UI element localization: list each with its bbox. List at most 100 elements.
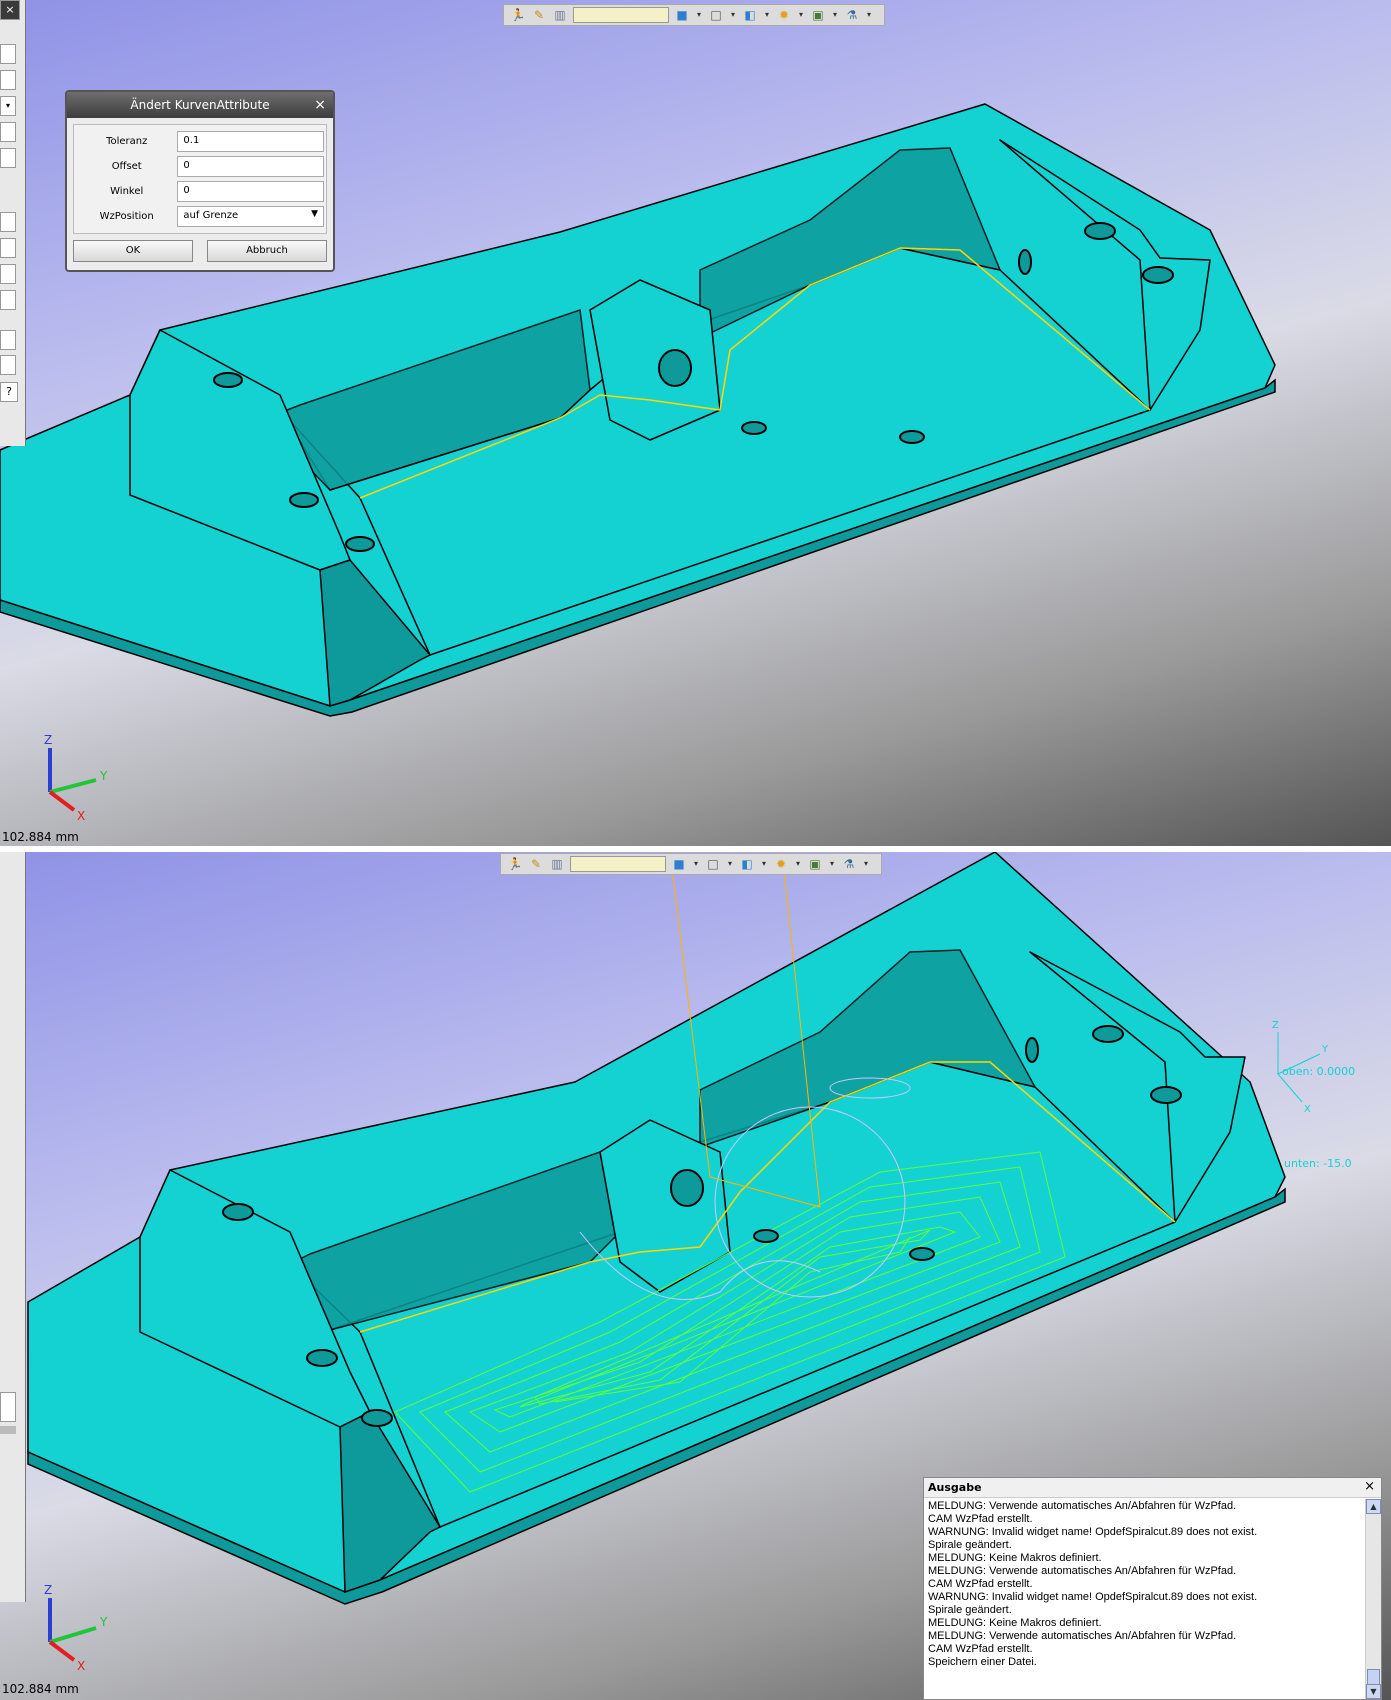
measure-icon[interactable]: ✎	[528, 856, 544, 872]
top-level-annotation: oben: 0.0000	[1282, 1065, 1355, 1078]
chevron-down-icon[interactable]: ▾	[828, 856, 836, 872]
hole	[289, 492, 319, 508]
side-divider	[0, 1426, 16, 1434]
dialog-buttons: OK Abbruch	[67, 240, 333, 262]
log-line: WARNUNG: Invalid widget name! OpdefSpira…	[928, 1526, 1258, 1538]
chevron-down-icon[interactable]: ▾	[763, 7, 771, 23]
side-field[interactable]	[0, 355, 16, 375]
side-field[interactable]	[0, 44, 16, 64]
side-field[interactable]	[0, 122, 16, 142]
help-button[interactable]: ?	[0, 382, 18, 402]
log-line: MELDUNG: Verwende automatisches An/Abfah…	[928, 1630, 1237, 1642]
chevron-down-icon[interactable]: ▾	[692, 856, 700, 872]
wire-cube-icon[interactable]: □	[708, 7, 724, 23]
shaded-cube-icon[interactable]: ◧	[739, 856, 755, 872]
shaded-cube-icon[interactable]: ◧	[742, 7, 758, 23]
hole	[658, 349, 692, 387]
side-close-button[interactable]: ×	[0, 0, 20, 20]
chevron-down-icon[interactable]: ▾	[865, 7, 873, 23]
dialog-close-button[interactable]: ×	[314, 92, 326, 118]
side-field[interactable]	[0, 148, 16, 168]
side-field[interactable]	[0, 1392, 16, 1422]
hole	[1025, 1037, 1039, 1063]
output-close-button[interactable]: ×	[1364, 1479, 1375, 1494]
chevron-down-icon[interactable]: ▾	[695, 7, 703, 23]
viewport-top[interactable]: 🏃 ✎ ▥ ■ ▾ □ ▾ ◧ ▾ ✹ ▾ ▣ ▾ ⚗ ▾ × ▾ ? Ändert KurvenAttri…	[0, 0, 1391, 846]
chevron-down-icon[interactable]: ▾	[797, 7, 805, 23]
side-field[interactable]	[0, 238, 16, 258]
scroll-thumb[interactable]	[1367, 1669, 1380, 1685]
axis-y-label: Y	[99, 769, 108, 783]
tolerance-input[interactable]: 0.1	[177, 131, 324, 152]
render-icon[interactable]: ✹	[773, 856, 789, 872]
offset-input[interactable]: 0	[177, 156, 324, 177]
dialog-form: Toleranz 0.1 Offset 0 Winkel 0 WzPositio…	[73, 124, 327, 234]
angle-input[interactable]: 0	[177, 181, 324, 202]
frame-icon[interactable]: ▣	[807, 856, 823, 872]
cancel-button[interactable]: Abbruch	[207, 240, 327, 262]
scale-label: 102.884 mm	[2, 830, 79, 844]
walk-icon[interactable]: 🏃	[507, 856, 523, 872]
chevron-down-icon[interactable]: ▾	[831, 7, 839, 23]
view-toolbar: 🏃 ✎ ▥ ■ ▾ □ ▾ ◧ ▾ ✹ ▾ ▣ ▾ ⚗ ▾	[503, 4, 885, 26]
log-line: MELDUNG: Keine Makros definiert.	[928, 1552, 1102, 1564]
output-title: Ausgabe ×	[924, 1478, 1381, 1498]
chart-icon[interactable]: ▥	[552, 7, 568, 23]
hole	[909, 1247, 935, 1261]
walk-icon[interactable]: 🏃	[510, 7, 526, 23]
tolerance-row: Toleranz 0.1	[76, 129, 324, 154]
ok-button[interactable]: OK	[73, 240, 193, 262]
angle-label: Winkel	[110, 186, 144, 197]
chart-icon[interactable]: ▥	[549, 856, 565, 872]
scroll-up-icon[interactable]: ▲	[1366, 1499, 1381, 1514]
hole	[741, 421, 767, 435]
light-icon[interactable]: ⚗	[844, 7, 860, 23]
hole	[753, 1229, 779, 1243]
axis-x-label: X	[77, 1659, 85, 1673]
render-icon[interactable]: ✹	[776, 7, 792, 23]
chevron-down-icon[interactable]: ▾	[729, 7, 737, 23]
chevron-down-icon[interactable]: ▾	[760, 856, 768, 872]
view-cube-icon[interactable]: ■	[671, 856, 687, 872]
log-line: CAM WzPfad erstellt.	[928, 1643, 1033, 1655]
tool-position-select[interactable]: auf Grenze ▼	[177, 206, 324, 227]
toolbar-input[interactable]	[570, 856, 666, 872]
toolbar-input[interactable]	[573, 7, 669, 23]
chevron-down-icon[interactable]: ▾	[862, 856, 870, 872]
wire-cube-icon[interactable]: □	[705, 856, 721, 872]
hole	[222, 1203, 254, 1221]
side-field[interactable]	[0, 264, 16, 284]
side-panel: × ▾ ?	[0, 0, 26, 446]
dialog-title: Ändert KurvenAttribute ×	[67, 92, 333, 118]
curve-attributes-dialog: Ändert KurvenAttribute × Toleranz 0.1 Of…	[65, 90, 335, 272]
scroll-down-icon[interactable]: ▼	[1366, 1684, 1381, 1699]
tool-position-value: auf Grenze	[183, 210, 239, 221]
tool-position-row: WzPosition auf Grenze ▼	[76, 204, 324, 229]
side-field[interactable]	[0, 212, 16, 232]
side-dropdown[interactable]: ▾	[0, 96, 16, 116]
svg-label: Z	[1272, 1020, 1279, 1031]
chevron-down-icon[interactable]: ▾	[726, 856, 734, 872]
log-line: CAM WzPfad erstellt.	[928, 1578, 1033, 1590]
light-icon[interactable]: ⚗	[841, 856, 857, 872]
view-cube-icon[interactable]: ■	[674, 7, 690, 23]
side-field[interactable]	[0, 330, 16, 350]
hole	[1092, 1025, 1124, 1043]
side-panel	[0, 852, 26, 1602]
dialog-title-text: Ändert KurvenAttribute	[130, 98, 270, 112]
svg-label: X	[1304, 1104, 1311, 1115]
side-field[interactable]	[0, 70, 16, 90]
axis-triad-top: Z Y X	[44, 733, 108, 823]
hole	[1018, 249, 1032, 275]
output-scrollbar[interactable]: ▲ ▼	[1365, 1499, 1381, 1699]
measure-icon[interactable]: ✎	[531, 7, 547, 23]
angle-row: Winkel 0	[76, 179, 324, 204]
side-field[interactable]	[0, 290, 16, 310]
hole	[306, 1349, 338, 1367]
svg-label: Y	[1321, 1044, 1329, 1055]
bottom-level-annotation: unten: -15.0	[1284, 1157, 1352, 1170]
chevron-down-icon[interactable]: ▾	[794, 856, 802, 872]
hole	[1084, 222, 1116, 240]
frame-icon[interactable]: ▣	[810, 7, 826, 23]
view-toolbar: 🏃 ✎ ▥ ■ ▾ □ ▾ ◧ ▾ ✹ ▾ ▣ ▾ ⚗ ▾	[500, 853, 882, 875]
